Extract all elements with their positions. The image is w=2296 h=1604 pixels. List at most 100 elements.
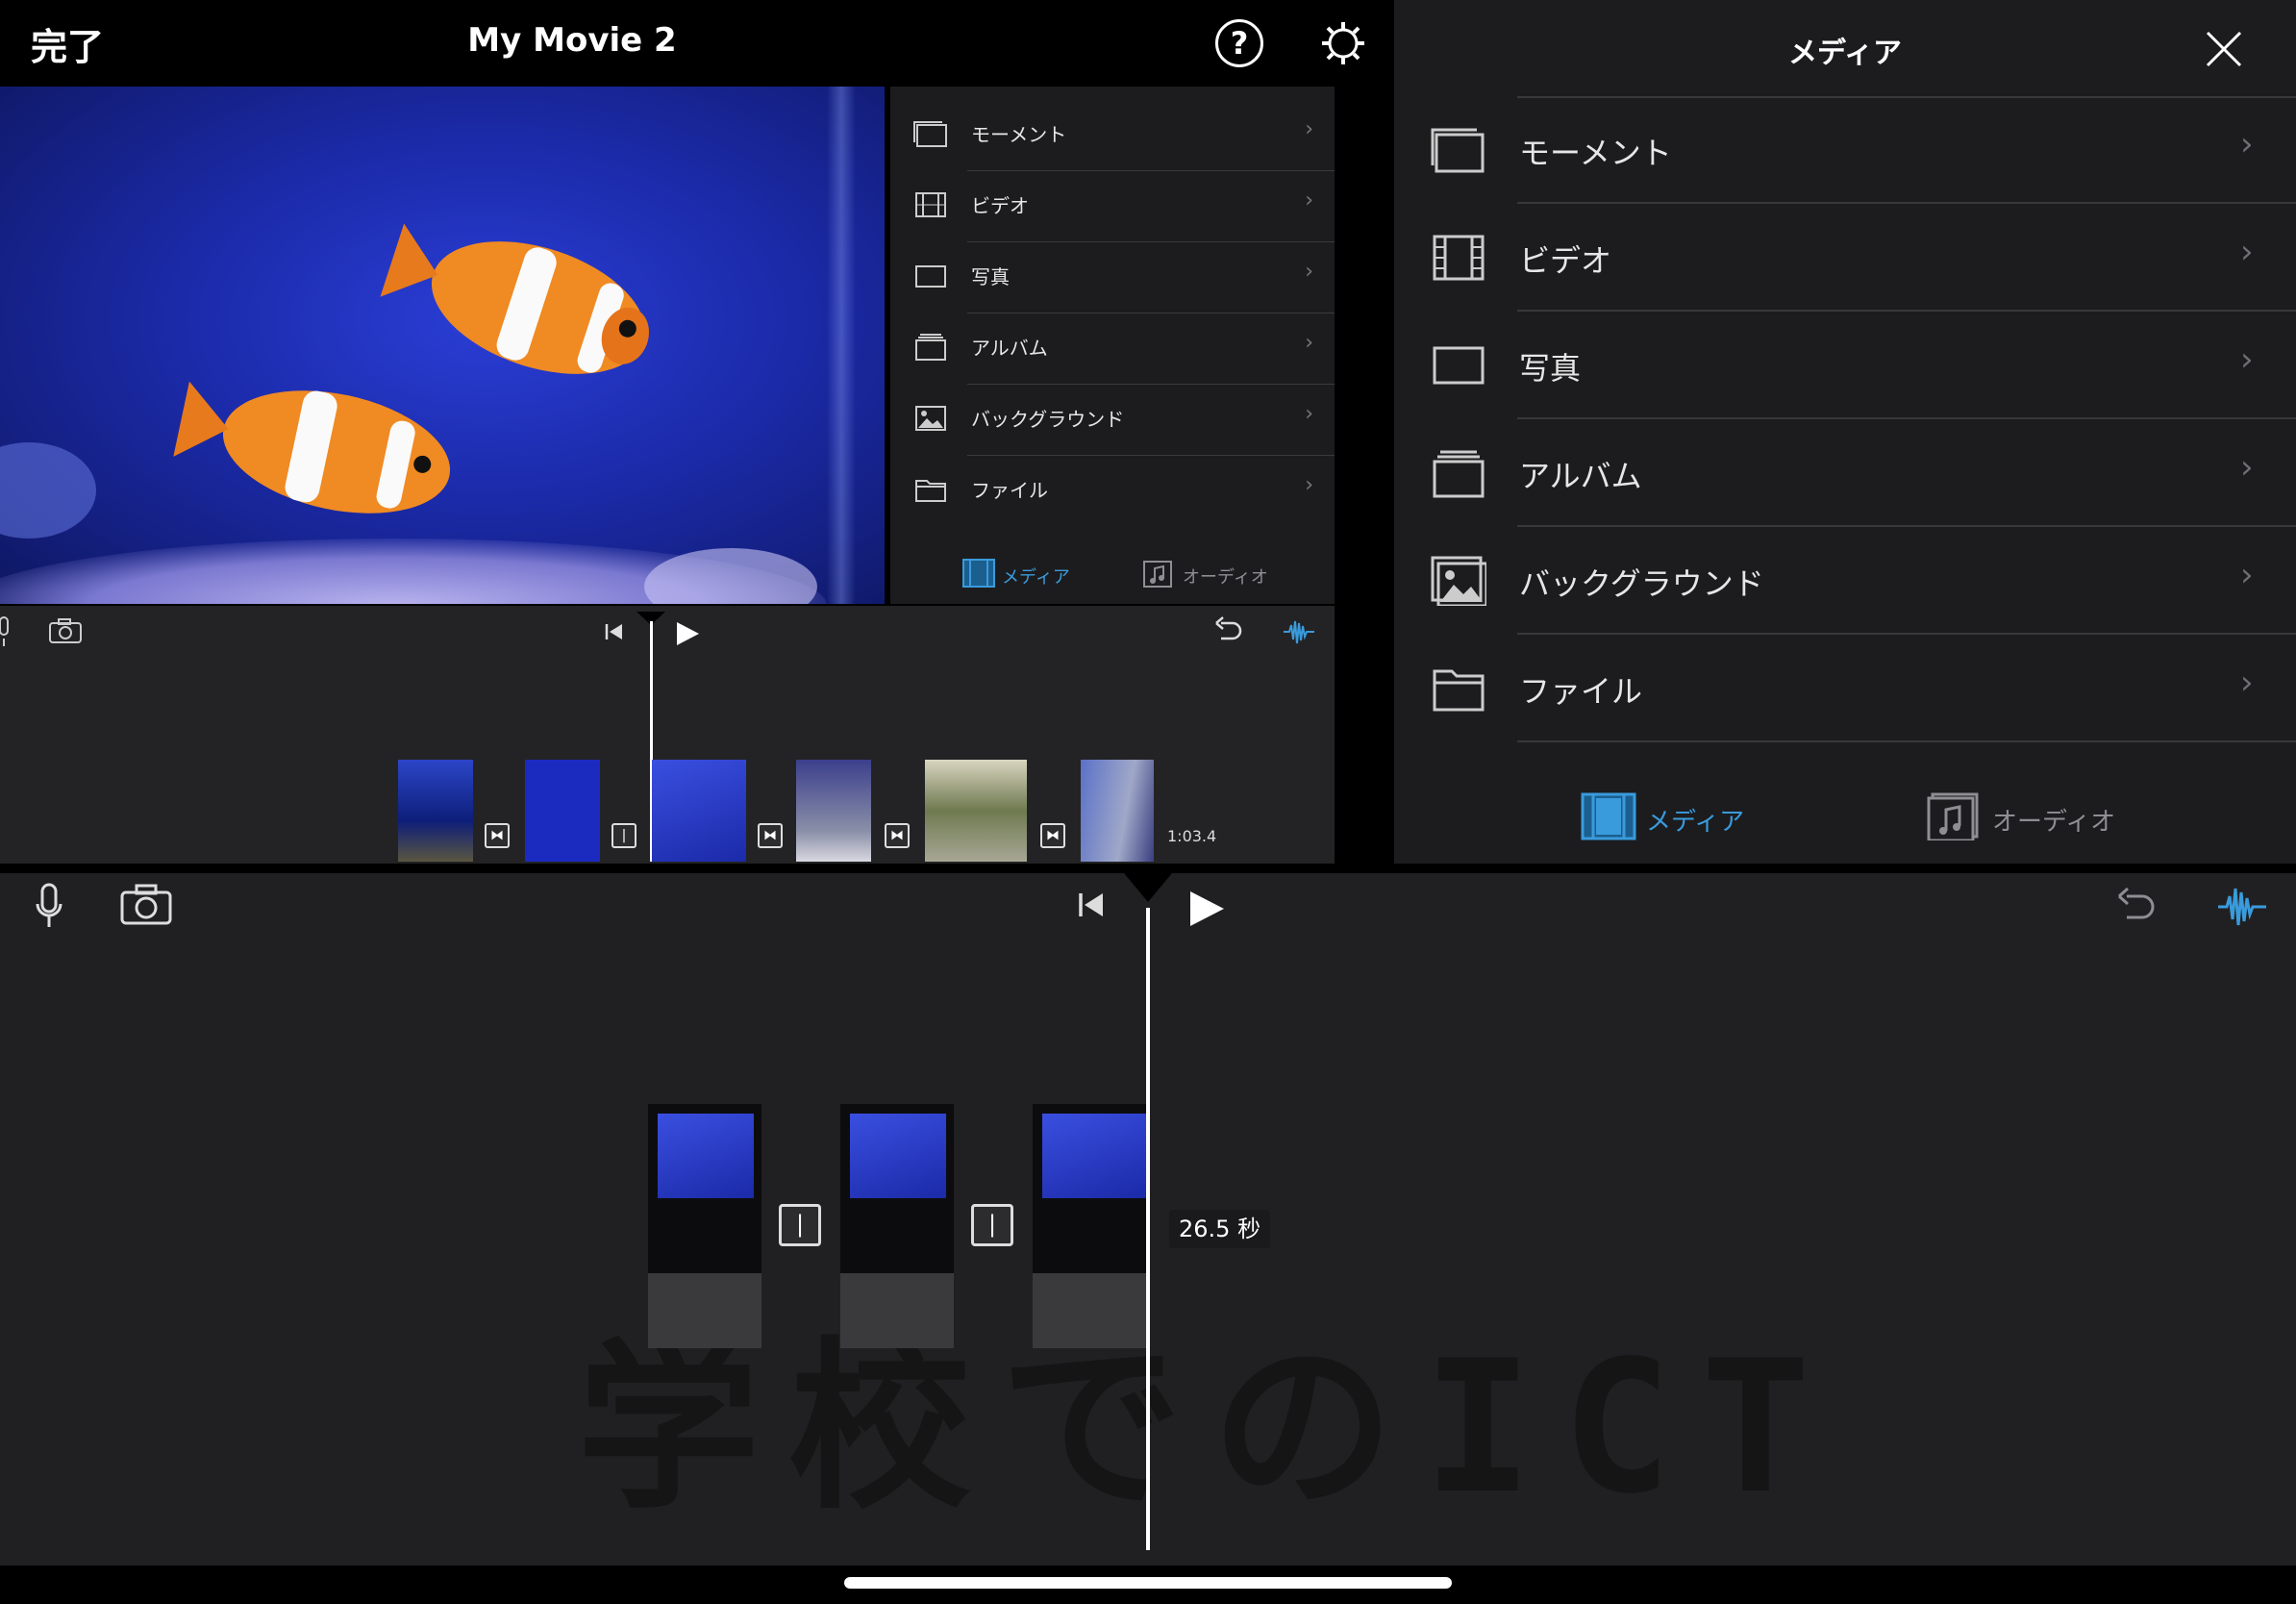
- undo-icon-small[interactable]: [1213, 615, 1244, 646]
- media-tabs: メディア オーディオ: [890, 556, 1335, 594]
- clip-thumbnail[interactable]: [840, 1104, 954, 1348]
- media-item-moments[interactable]: モーメント ›: [890, 100, 1335, 171]
- chevron-right-icon: ›: [1305, 188, 1313, 213]
- media-item-label: ビデオ: [971, 194, 1029, 217]
- transition-button[interactable]: ⧓: [885, 823, 910, 848]
- media-item-album[interactable]: アルバム ›: [890, 313, 1335, 385]
- clip-thumbnail[interactable]: [525, 760, 600, 862]
- folder-icon: [915, 480, 946, 502]
- project-title: My Movie 2: [467, 21, 677, 60]
- clip-thumbnail[interactable]: [796, 760, 871, 862]
- transition-button[interactable]: ⧓: [485, 823, 510, 848]
- clip-thumbnail[interactable]: [648, 1104, 761, 1348]
- media-item-files[interactable]: ファイル ›: [1394, 635, 2296, 742]
- chevron-right-icon: ›: [2240, 125, 2254, 163]
- clip-thumbnail[interactable]: [652, 760, 746, 862]
- divider: [1517, 740, 2296, 742]
- background-image-icon: [915, 406, 946, 431]
- video-film-icon: [1433, 235, 1485, 281]
- media-item-label: ファイル: [1519, 673, 1643, 710]
- transition-button[interactable]: |: [779, 1204, 821, 1246]
- chevron-right-icon: ›: [2240, 448, 2254, 487]
- camera-icon-small[interactable]: [48, 617, 83, 644]
- transition-button[interactable]: |: [611, 823, 636, 848]
- media-item-label: 写真: [1519, 350, 1582, 387]
- media-item-video[interactable]: ビデオ ›: [1394, 204, 2296, 312]
- media-item-label: ファイル: [971, 479, 1048, 502]
- chevron-right-icon: ›: [1305, 260, 1313, 284]
- playhead-marker: [1119, 867, 1177, 902]
- photo-icon: [1433, 346, 1485, 385]
- project-duration: 26.5 秒: [1169, 1210, 1271, 1248]
- tab-label: オーディオ: [1992, 808, 2116, 837]
- media-film-icon: [1581, 792, 1636, 840]
- tab-label: メディア: [1002, 567, 1070, 588]
- chevron-right-icon: ›: [1305, 473, 1313, 497]
- media-item-label: バックグラウンド: [971, 408, 1125, 431]
- media-item-photos[interactable]: 写真 ›: [890, 242, 1335, 313]
- media-item-files[interactable]: ファイル ›: [890, 456, 1335, 527]
- close-icon[interactable]: [2204, 29, 2244, 69]
- chevron-right-icon: ›: [2240, 664, 2254, 702]
- microphone-icon[interactable]: [35, 883, 63, 931]
- media-item-photos[interactable]: 写真 ›: [1394, 312, 2296, 419]
- audio-waveform-icon[interactable]: [2217, 883, 2267, 931]
- album-icon: [915, 334, 946, 361]
- playhead-line[interactable]: [1146, 908, 1150, 1550]
- tab-label: オーディオ: [1183, 567, 1268, 588]
- transition-button[interactable]: |: [971, 1204, 1013, 1246]
- chevron-right-icon: ›: [1305, 117, 1313, 141]
- clip-thumbnail[interactable]: [398, 760, 473, 862]
- album-icon: [1433, 450, 1485, 498]
- settings-gear-icon[interactable]: [1319, 19, 1367, 67]
- moments-icon: [1431, 128, 1485, 173]
- media-browser-small: モーメント › ビデオ › 写真 › アルバム › バックグラウンド › ファイ…: [890, 87, 1335, 604]
- undo-icon[interactable]: [2115, 885, 2159, 929]
- media-browser-panel: メディア モーメント › ビデオ › 写真 › アルバム › バックグラウンド …: [1394, 0, 2296, 864]
- chevron-right-icon: ›: [2240, 340, 2254, 379]
- media-item-moments[interactable]: モーメント ›: [1394, 96, 2296, 204]
- transition-button[interactable]: ⧓: [758, 823, 783, 848]
- skip-to-start-icon[interactable]: [1077, 890, 1106, 919]
- microphone-icon-small[interactable]: [0, 615, 15, 648]
- video-film-icon: [915, 192, 946, 217]
- project-duration-small: 1:03.4: [1167, 827, 1217, 845]
- media-item-background[interactable]: バックグラウンド ›: [1394, 527, 2296, 635]
- folder-icon: [1433, 669, 1485, 712]
- clownfish-image: [0, 223, 817, 604]
- skip-to-start-icon-small[interactable]: [604, 621, 625, 642]
- video-preview[interactable]: [0, 87, 885, 604]
- media-item-label: アルバム: [971, 337, 1048, 360]
- chevron-right-icon: ›: [2240, 556, 2254, 594]
- media-film-icon: [962, 559, 995, 588]
- top-bar: 完了 My Movie 2 ?: [0, 0, 1394, 85]
- help-button[interactable]: ?: [1215, 19, 1263, 67]
- play-icon[interactable]: [1186, 889, 1227, 929]
- chevron-right-icon: ›: [1305, 331, 1313, 355]
- media-item-label: アルバム: [1519, 458, 1642, 494]
- audio-note-icon: [1927, 792, 1979, 840]
- clip-thumbnail[interactable]: [1033, 1104, 1146, 1348]
- media-item-background[interactable]: バックグラウンド ›: [890, 385, 1335, 456]
- photo-icon: [915, 265, 946, 288]
- home-indicator[interactable]: [844, 1577, 1452, 1589]
- watermark-text: 学校でのICT: [577, 1321, 1840, 1534]
- tab-label: メディア: [1646, 808, 1745, 837]
- clip-thumbnail[interactable]: [1081, 760, 1154, 862]
- audio-waveform-icon-small[interactable]: [1283, 615, 1315, 648]
- media-item-label: 写真: [971, 265, 1010, 288]
- clip-thumbnail[interactable]: [925, 760, 1027, 862]
- audio-note-icon: [1143, 561, 1172, 588]
- play-icon-small[interactable]: [673, 619, 702, 648]
- media-panel-title: メディア: [1788, 37, 1902, 70]
- chevron-right-icon: ›: [1305, 402, 1313, 426]
- media-item-album[interactable]: アルバム ›: [1394, 419, 2296, 527]
- camera-icon[interactable]: [119, 883, 173, 925]
- background-image-icon: [1431, 556, 1486, 606]
- media-item-label: バックグラウンド: [1519, 565, 1764, 602]
- media-item-label: ビデオ: [1519, 242, 1612, 279]
- media-item-label: モーメント: [971, 123, 1067, 146]
- media-item-video[interactable]: ビデオ ›: [890, 171, 1335, 242]
- transition-button[interactable]: ⧓: [1040, 823, 1065, 848]
- moments-icon: [913, 121, 947, 147]
